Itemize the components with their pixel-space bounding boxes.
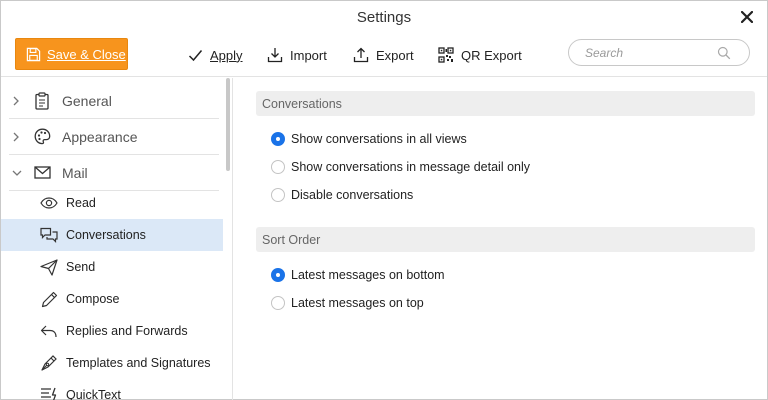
chevron-right-icon[interactable]: [12, 132, 24, 142]
save-and-close-label: Save & Close: [47, 46, 126, 62]
sidebar-section-label: Appearance: [62, 128, 138, 145]
reply-icon: [40, 322, 58, 340]
radio-label: Disable conversations: [291, 188, 414, 202]
floppy-disk-icon: [26, 47, 41, 61]
pencil-icon: [40, 290, 58, 308]
envelope-icon: [34, 166, 52, 179]
chat-bubbles-icon: [40, 226, 58, 244]
search-icon[interactable]: [717, 46, 731, 60]
save-and-close-button[interactable]: Save & Close: [15, 38, 128, 70]
group-header-conversations: Conversations: [256, 91, 755, 116]
title-bar: Settings: [1, 1, 767, 35]
toolbar: Save & Close Apply Import Export QR Expo…: [1, 35, 767, 77]
radio-show-conversations-all-views[interactable]: Show conversations in all views: [271, 128, 467, 150]
sidebar-item-label: Compose: [66, 292, 120, 306]
sidebar-item-compose[interactable]: Compose: [1, 283, 223, 315]
radio-button-checked[interactable]: [271, 132, 285, 146]
sidebar-section-general[interactable]: General: [9, 83, 219, 119]
pen-nib-icon: [40, 354, 58, 372]
radio-button[interactable]: [271, 188, 285, 202]
radio-disable-conversations[interactable]: Disable conversations: [271, 184, 413, 206]
qr-code-icon: [438, 47, 454, 63]
search-input[interactable]: [585, 44, 715, 62]
settings-window: Settings Save & Close Apply Import Expor…: [0, 0, 768, 400]
sidebar-section-label: General: [62, 92, 112, 109]
paper-plane-icon: [40, 258, 58, 276]
checkmark-icon: [188, 49, 203, 61]
apply-button[interactable]: Apply: [188, 44, 243, 66]
sidebar-item-label: Read: [66, 196, 96, 210]
radio-button[interactable]: [271, 160, 285, 174]
sidebar-item-conversations[interactable]: Conversations: [1, 219, 223, 251]
window-title: Settings: [356, 9, 412, 26]
sidebar-scrollbar-thumb[interactable]: [226, 78, 230, 171]
eye-icon: [40, 194, 58, 212]
export-button[interactable]: Export: [353, 44, 414, 66]
export-label: Export: [376, 47, 414, 63]
radio-latest-on-bottom[interactable]: Latest messages on bottom: [271, 264, 445, 286]
radio-button[interactable]: [271, 296, 285, 310]
search-box[interactable]: [568, 39, 750, 66]
import-label: Import: [290, 47, 327, 63]
radio-show-conversations-detail-only[interactable]: Show conversations in message detail onl…: [271, 156, 530, 178]
sidebar-item-replies-and-forwards[interactable]: Replies and Forwards: [1, 315, 223, 347]
group-header-sort-order: Sort Order: [256, 227, 755, 252]
export-icon: [353, 47, 369, 63]
sidebar-item-label: Replies and Forwards: [66, 324, 188, 338]
qr-export-label: QR Export: [461, 47, 522, 63]
sidebar-section-mail[interactable]: Mail: [9, 155, 219, 191]
settings-sidebar: General Appearance Mail Read Conversatio…: [1, 78, 233, 400]
sidebar-item-send[interactable]: Send: [1, 251, 223, 283]
sidebar-item-read[interactable]: Read: [1, 187, 223, 219]
close-button[interactable]: [737, 7, 757, 27]
quicktext-icon: [40, 386, 58, 400]
radio-label: Latest messages on bottom: [291, 268, 445, 282]
sidebar-section-appearance[interactable]: Appearance: [9, 119, 219, 155]
sidebar-item-label: Conversations: [66, 228, 146, 242]
sidebar-item-quicktext[interactable]: QuickText: [1, 379, 223, 400]
radio-button-checked[interactable]: [271, 268, 285, 282]
chevron-right-icon[interactable]: [12, 96, 24, 106]
close-icon: [741, 11, 753, 23]
chevron-down-icon[interactable]: [12, 169, 24, 177]
radio-label: Show conversations in message detail onl…: [291, 160, 531, 174]
radio-label: Show conversations in all views: [291, 132, 467, 146]
import-button[interactable]: Import: [267, 44, 327, 66]
sidebar-item-label: QuickText: [66, 388, 121, 400]
radio-latest-on-top[interactable]: Latest messages on top: [271, 292, 424, 314]
sidebar-item-label: Templates and Signatures: [66, 356, 211, 370]
settings-content: Conversations Show conversations in all …: [233, 78, 767, 400]
apply-label: Apply: [210, 47, 243, 63]
radio-label: Latest messages on top: [291, 296, 424, 310]
clipboard-icon: [34, 91, 52, 110]
sidebar-item-templates-and-signatures[interactable]: Templates and Signatures: [1, 347, 223, 379]
qr-export-button[interactable]: QR Export: [438, 44, 522, 66]
import-icon: [267, 48, 283, 63]
sidebar-item-label: Send: [66, 260, 96, 274]
sidebar-section-label: Mail: [62, 164, 88, 181]
palette-icon: [34, 128, 52, 145]
